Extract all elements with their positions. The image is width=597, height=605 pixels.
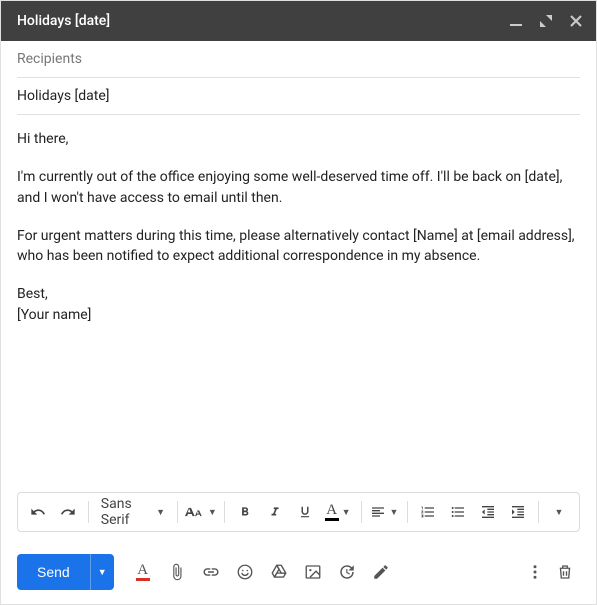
formatting-toolbar: Sans Serif ▼ ▼ A ▼ ▼ ▼ xyxy=(17,492,580,532)
bottom-toolbar: Send ▼ A xyxy=(1,542,596,604)
confidential-mode-button[interactable] xyxy=(332,557,362,587)
chevron-down-icon: ▼ xyxy=(156,507,165,518)
chevron-down-icon: ▼ xyxy=(342,507,351,518)
toolbar-separator xyxy=(88,501,89,523)
insert-photo-button[interactable] xyxy=(298,557,328,587)
toolbar-separator xyxy=(361,501,362,523)
chevron-down-icon: ▼ xyxy=(555,507,564,518)
minimize-icon[interactable] xyxy=(506,11,526,31)
fullscreen-icon[interactable] xyxy=(536,11,556,31)
more-options-button[interactable] xyxy=(520,557,550,587)
toolbar-separator xyxy=(177,501,178,523)
toolbar-separator xyxy=(407,501,408,523)
italic-button[interactable] xyxy=(261,498,289,526)
send-options-button[interactable]: ▼ xyxy=(90,554,114,590)
numbered-list-button[interactable] xyxy=(414,498,442,526)
send-button[interactable]: Send xyxy=(17,554,90,590)
bold-button[interactable] xyxy=(231,498,259,526)
body-greeting: Hi there, xyxy=(17,129,580,149)
toolbar-separator xyxy=(538,501,539,523)
body-signoff: Best, xyxy=(17,284,580,304)
recipients-field[interactable]: Recipients xyxy=(17,41,580,78)
body-paragraph-2: For urgent matters during this time, ple… xyxy=(17,226,580,267)
bulleted-list-button[interactable] xyxy=(444,498,472,526)
compose-title: Holidays [date] xyxy=(17,13,506,29)
attach-file-button[interactable] xyxy=(162,557,192,587)
text-color-button[interactable]: A ▼ xyxy=(321,498,355,526)
body-sender-name: [Your name] xyxy=(17,305,580,325)
header-fields: Recipients Holidays [date] xyxy=(1,41,596,115)
discard-draft-button[interactable] xyxy=(550,557,580,587)
undo-button[interactable] xyxy=(24,498,52,526)
font-family-select[interactable]: Sans Serif ▼ xyxy=(95,496,171,528)
message-body[interactable]: Hi there, I'm currently out of the offic… xyxy=(1,115,596,492)
font-size-button[interactable]: ▼ xyxy=(184,498,218,526)
insert-drive-button[interactable] xyxy=(264,557,294,587)
toolbar-separator xyxy=(224,501,225,523)
titlebar-controls xyxy=(506,11,586,31)
bottom-icon-row: A xyxy=(128,557,396,587)
indent-less-button[interactable] xyxy=(474,498,502,526)
insert-signature-button[interactable] xyxy=(366,557,396,587)
chevron-down-icon: ▼ xyxy=(208,507,217,518)
subject-field[interactable]: Holidays [date] xyxy=(17,78,580,115)
insert-link-button[interactable] xyxy=(196,557,226,587)
align-button[interactable]: ▼ xyxy=(367,498,401,526)
more-formatting-button[interactable]: ▼ xyxy=(545,498,573,526)
font-family-label: Sans Serif xyxy=(101,496,146,528)
formatting-options-button[interactable]: A xyxy=(128,557,158,587)
underline-button[interactable] xyxy=(291,498,319,526)
close-icon[interactable] xyxy=(566,11,586,31)
body-paragraph-1: I'm currently out of the office enjoying… xyxy=(17,167,580,208)
chevron-down-icon: ▼ xyxy=(389,507,398,518)
send-button-group: Send ▼ xyxy=(17,554,114,590)
redo-button[interactable] xyxy=(54,498,82,526)
compose-titlebar: Holidays [date] xyxy=(1,1,596,41)
insert-emoji-button[interactable] xyxy=(230,557,260,587)
indent-more-button[interactable] xyxy=(504,498,532,526)
